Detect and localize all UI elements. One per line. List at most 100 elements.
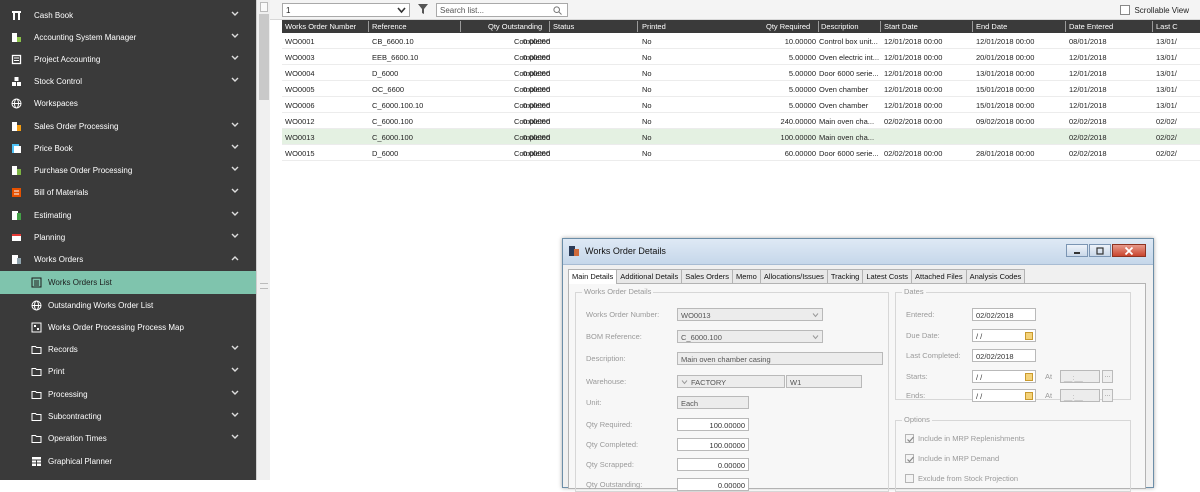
- unit-field[interactable]: Each: [677, 396, 749, 409]
- include-mrp-replenishments-checkbox[interactable]: Include in MRP Replenishments: [905, 434, 1025, 443]
- exclude-stock-projection-checkbox[interactable]: Exclude from Stock Projection: [905, 474, 1018, 483]
- search-icon[interactable]: [553, 6, 562, 15]
- column-header-works-order-number[interactable]: Works Order Number: [285, 22, 356, 31]
- table-row[interactable]: WO0015 D_6000 0.00000 Completed No 60.00000 Do…: [282, 145, 1200, 161]
- minimize-button[interactable]: [1066, 244, 1088, 257]
- scrollable-view-toggle[interactable]: Scrollable View: [1120, 3, 1189, 17]
- table-row[interactable]: WO0004 D_6000 0.00000 Completed No 5.00000 Doo…: [282, 65, 1200, 81]
- qty-scrapped-field[interactable]: 0.00000: [677, 458, 749, 471]
- entered-date-field[interactable]: 02/02/2018: [972, 308, 1036, 321]
- column-divider[interactable]: [637, 21, 638, 32]
- column-header-status[interactable]: Status: [553, 22, 574, 31]
- tab-main-details[interactable]: Main Details: [568, 269, 618, 284]
- column-header-last-completed[interactable]: Last C: [1156, 22, 1178, 31]
- nav-stock-control[interactable]: Stock Control: [0, 70, 256, 92]
- filter-icon[interactable]: [417, 3, 429, 15]
- tab-allocations-issues[interactable]: Allocations/Issues: [759, 269, 828, 283]
- close-button[interactable]: [1112, 244, 1146, 257]
- due-date-field[interactable]: / /: [972, 329, 1036, 342]
- ends-time-field[interactable]: __:__: [1060, 389, 1100, 402]
- description-field[interactable]: Main oven chamber casing: [677, 352, 883, 365]
- column-header-date-entered[interactable]: Date Entered: [1069, 22, 1113, 31]
- checkbox[interactable]: [905, 474, 914, 483]
- tab-attached-files[interactable]: Attached Files: [911, 269, 967, 283]
- calendar-icon[interactable]: [1025, 373, 1033, 381]
- last-completed-date-field[interactable]: 02/02/2018: [972, 349, 1036, 362]
- qty-completed-field[interactable]: 100.00000: [677, 438, 749, 451]
- column-divider[interactable]: [1152, 21, 1153, 32]
- scroll-up-button[interactable]: [260, 2, 268, 12]
- works-orders-grid: Works Order Number Reference Qty Outstan…: [282, 20, 1200, 170]
- sidebar-item-records[interactable]: Records: [0, 338, 256, 360]
- starts-time-field[interactable]: __:__: [1060, 370, 1100, 383]
- checkbox[interactable]: [905, 454, 914, 463]
- column-header-qty-required[interactable]: Qty Required: [766, 22, 810, 31]
- table-row[interactable]: WO0005 OC_6600 0.00000 Completed No 5.00000 Ov…: [282, 81, 1200, 97]
- table-row[interactable]: WO0013 C_6000.100 0.00000 Completed No 100.00…: [282, 129, 1200, 145]
- starts-date-field[interactable]: / /: [972, 370, 1036, 383]
- calendar-icon[interactable]: [1025, 392, 1033, 400]
- scrollable-view-checkbox[interactable]: [1120, 5, 1131, 15]
- table-row[interactable]: WO0006 C_6000.100.10 0.00000 Completed No 5.0…: [282, 97, 1200, 113]
- nav-sales-order-processing[interactable]: Sales Order Processing: [0, 115, 256, 137]
- dialog-titlebar[interactable]: Works Order Details: [563, 239, 1153, 265]
- table-row[interactable]: WO0012 C_6000.100 0.00000 Completed No 240.00…: [282, 113, 1200, 129]
- qty-required-field[interactable]: 100.00000: [677, 418, 749, 431]
- bom-reference-field[interactable]: C_6000.100: [677, 330, 823, 343]
- column-header-qty-outstanding[interactable]: Qty Outstanding: [488, 22, 542, 31]
- view-select[interactable]: 1: [282, 3, 410, 17]
- nav-purchase-order-processing[interactable]: Purchase Order Processing: [0, 159, 256, 181]
- nav-price-book[interactable]: Price Book: [0, 137, 256, 159]
- tab-additional-details[interactable]: Additional Details: [616, 269, 683, 283]
- column-divider[interactable]: [818, 21, 819, 32]
- works-order-number-field[interactable]: WO0013: [677, 308, 823, 321]
- search-input[interactable]: Search list...: [436, 3, 568, 17]
- column-divider[interactable]: [549, 21, 550, 32]
- nav-estimating[interactable]: Estimating: [0, 204, 256, 226]
- table-row[interactable]: WO0001 CB_6600.10 0.00000 Completed No 10.000…: [282, 33, 1200, 49]
- nav-cash-book[interactable]: Cash Book: [0, 4, 256, 26]
- nav-project-accounting[interactable]: Project Accounting: [0, 48, 256, 70]
- nav-works-orders[interactable]: Works Orders: [0, 248, 256, 270]
- nav-workspaces[interactable]: Workspaces: [0, 92, 256, 114]
- column-header-printed[interactable]: Printed: [642, 22, 666, 31]
- splitter-grip[interactable]: [260, 283, 268, 289]
- table-row[interactable]: WO0003 EEB_6600.10 0.00000 Completed No 5.000…: [282, 49, 1200, 65]
- checkbox[interactable]: [905, 434, 914, 443]
- ends-date-field[interactable]: / /: [972, 389, 1036, 402]
- nav-accounting-system-manager[interactable]: Accounting System Manager: [0, 26, 256, 48]
- sidebar-item-graphical-planner[interactable]: Graphical Planner: [0, 450, 256, 472]
- column-header-start-date[interactable]: Start Date: [884, 22, 918, 31]
- nav-bill-of-materials[interactable]: Bill of Materials: [0, 181, 256, 203]
- sidebar-scrollbar[interactable]: [256, 0, 270, 480]
- tab-tracking[interactable]: Tracking: [826, 269, 864, 283]
- column-divider[interactable]: [460, 21, 461, 32]
- column-divider[interactable]: [972, 21, 973, 32]
- column-divider[interactable]: [1065, 21, 1066, 32]
- tab-sales-orders[interactable]: Sales Orders: [681, 269, 733, 283]
- include-mrp-demand-checkbox[interactable]: Include in MRP Demand: [905, 454, 999, 463]
- maximize-button[interactable]: [1089, 244, 1111, 257]
- sidebar-item-operation-times[interactable]: Operation Times: [0, 427, 256, 449]
- column-divider[interactable]: [880, 21, 881, 32]
- sidebar-item-process-map[interactable]: Works Order Processing Process Map: [0, 316, 256, 338]
- scrollbar-thumb[interactable]: [259, 14, 269, 100]
- column-header-end-date[interactable]: End Date: [976, 22, 1007, 31]
- column-divider[interactable]: [368, 21, 369, 32]
- ends-time-button[interactable]: ...: [1102, 389, 1113, 402]
- warehouse-select[interactable]: FACTORY: [677, 375, 785, 388]
- tab-memo[interactable]: Memo: [732, 269, 761, 283]
- tab-analysis-codes[interactable]: Analysis Codes: [965, 269, 1026, 283]
- column-header-description[interactable]: Description: [821, 22, 859, 31]
- sidebar-item-subcontracting[interactable]: Subcontracting: [0, 405, 256, 427]
- sidebar-item-outstanding-works-order-list[interactable]: Outstanding Works Order List: [0, 294, 256, 316]
- tab-latest-costs[interactable]: Latest Costs: [862, 269, 913, 283]
- nav-planning[interactable]: Planning: [0, 226, 256, 248]
- starts-time-button[interactable]: ...: [1102, 370, 1113, 383]
- warehouse-code-field[interactable]: W1: [786, 375, 862, 388]
- column-header-reference[interactable]: Reference: [372, 22, 407, 31]
- sidebar-item-works-orders-list[interactable]: Works Orders List: [0, 271, 256, 294]
- calendar-icon[interactable]: [1025, 332, 1033, 340]
- sidebar-item-print[interactable]: Print: [0, 360, 256, 382]
- sidebar-item-processing[interactable]: Processing: [0, 383, 256, 405]
